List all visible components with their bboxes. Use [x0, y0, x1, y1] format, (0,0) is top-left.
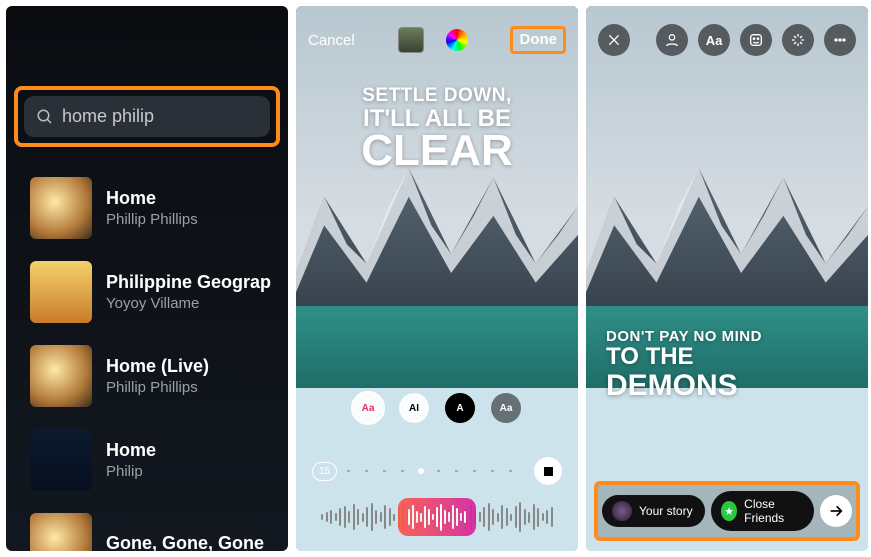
sticker-icon	[748, 32, 764, 48]
search-icon	[36, 108, 54, 126]
color-picker-button[interactable]	[446, 29, 468, 51]
close-friends-button[interactable]: ★ Close Friends	[711, 491, 814, 531]
lyric-line: CLEAR	[296, 129, 578, 173]
lyrics-overlay[interactable]: SETTLE DOWN, IT'LL ALL BE CLEAR	[296, 86, 578, 173]
album-art	[30, 177, 92, 239]
album-art	[30, 261, 92, 323]
arrow-right-icon	[828, 503, 844, 519]
lyric-style-option[interactable]: Aa	[353, 393, 383, 423]
search-input[interactable]: home philip	[24, 96, 270, 137]
search-query-text: home philip	[62, 106, 154, 127]
audio-trimmer-row: 15	[296, 457, 578, 485]
lyric-style-selector: Aa AI A Aa	[296, 393, 578, 423]
sparkle-icon	[790, 32, 806, 48]
album-art	[30, 429, 92, 491]
result-artist: Phillip Phillips	[106, 211, 198, 228]
more-button[interactable]	[824, 24, 856, 56]
done-highlight-box: Done	[510, 26, 566, 54]
stop-button[interactable]	[534, 457, 562, 485]
search-result[interactable]: Gone, Gone, Gone	[30, 502, 288, 551]
lyric-line: DEMONS	[606, 370, 762, 402]
text-tool-button[interactable]: Aa	[698, 24, 730, 56]
lyrics-overlay[interactable]: DON'T PAY NO MIND TO THE DEMONS	[606, 329, 762, 401]
your-story-label: Your story	[639, 504, 693, 518]
music-lyrics-editor-screen: Cancel Done SETTLE DOWN, IT'LL ALL BE CL…	[296, 6, 578, 551]
audio-waveform[interactable]	[296, 495, 578, 539]
close-button[interactable]	[598, 24, 630, 56]
send-button[interactable]	[820, 495, 852, 527]
story-top-bar: Aa	[586, 24, 868, 56]
close-friends-label: Close Friends	[744, 497, 804, 525]
dots-icon	[832, 32, 848, 48]
result-title: Gone, Gone, Gone	[106, 533, 264, 552]
clip-duration-button[interactable]: 15	[312, 462, 337, 481]
result-artist: Philip	[106, 463, 156, 480]
lyric-line: TO THE	[606, 344, 762, 369]
your-story-button[interactable]: Your story	[602, 495, 705, 527]
search-result[interactable]: Home Philip	[30, 418, 288, 502]
album-art	[30, 513, 92, 551]
done-button[interactable]: Done	[519, 31, 557, 48]
story-share-screen: Aa DON'T PAY NO MIND TO THE DEMONS Your …	[586, 6, 868, 551]
editor-top-bar: Cancel Done	[296, 26, 578, 54]
lyric-style-option[interactable]: AI	[399, 393, 429, 423]
share-row-highlight: Your story ★ Close Friends	[594, 481, 860, 541]
search-result[interactable]: Philippine Geograp Yoyoy Villame	[30, 250, 288, 334]
cancel-button[interactable]: Cancel	[308, 32, 355, 49]
search-results-list: Home Phillip Phillips Philippine Geograp…	[30, 166, 288, 551]
result-title: Home (Live)	[106, 356, 209, 377]
sticker-button[interactable]	[740, 24, 772, 56]
result-title: Home	[106, 188, 198, 209]
album-thumbnail[interactable]	[398, 27, 424, 53]
avatar	[612, 501, 632, 521]
effects-button[interactable]	[782, 24, 814, 56]
search-result[interactable]: Home (Live) Phillip Phillips	[30, 334, 288, 418]
timeline-track[interactable]	[347, 470, 524, 472]
result-title: Philippine Geograp	[106, 272, 271, 293]
music-search-screen: home philip Home Phillip Phillips Philip…	[6, 6, 288, 551]
album-art	[30, 345, 92, 407]
lyric-line: DON'T PAY NO MIND	[606, 329, 762, 345]
audience-button[interactable]	[656, 24, 688, 56]
close-icon	[606, 32, 622, 48]
lyric-style-option[interactable]: Aa	[491, 393, 521, 423]
result-artist: Yoyoy Villame	[106, 295, 271, 312]
result-artist: Phillip Phillips	[106, 379, 209, 396]
selected-clip-region[interactable]	[398, 498, 476, 536]
person-icon	[664, 32, 680, 48]
star-icon: ★	[721, 501, 737, 521]
lyric-line: SETTLE DOWN,	[296, 86, 578, 105]
lyric-style-option[interactable]: A	[445, 393, 475, 423]
search-highlight-box: home philip	[14, 86, 280, 147]
search-result[interactable]: Home Phillip Phillips	[30, 166, 288, 250]
story-background	[586, 6, 868, 551]
result-title: Home	[106, 440, 156, 461]
